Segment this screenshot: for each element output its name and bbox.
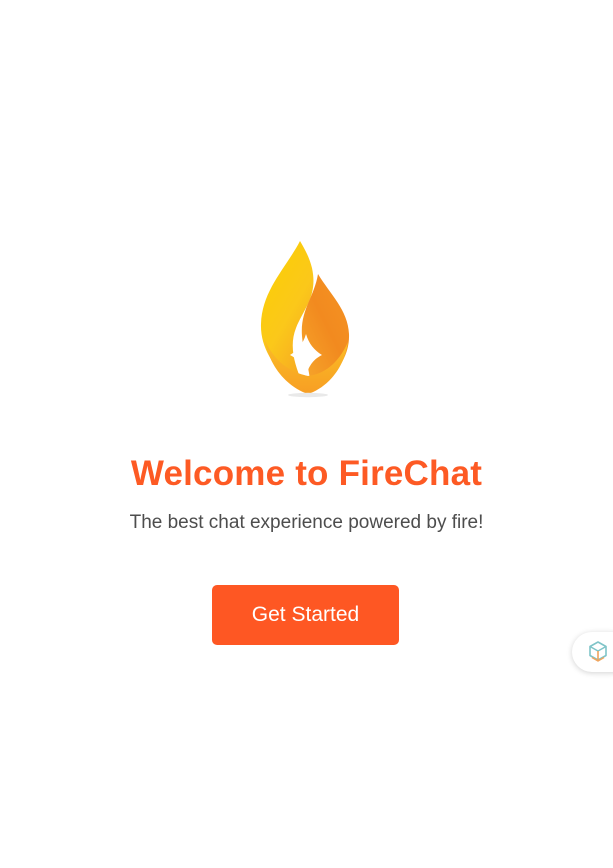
welcome-subtitle: The best chat experience powered by fire… bbox=[129, 512, 484, 533]
get-started-button[interactable]: Get Started bbox=[212, 585, 399, 645]
extension-widget-icon bbox=[589, 641, 607, 662]
welcome-screen: Welcome to FireChat The best chat experi… bbox=[0, 0, 613, 868]
floating-widget-button[interactable] bbox=[572, 632, 613, 672]
firechat-logo bbox=[256, 238, 354, 400]
welcome-title: Welcome to FireChat bbox=[130, 454, 483, 493]
flame-icon bbox=[260, 241, 350, 398]
